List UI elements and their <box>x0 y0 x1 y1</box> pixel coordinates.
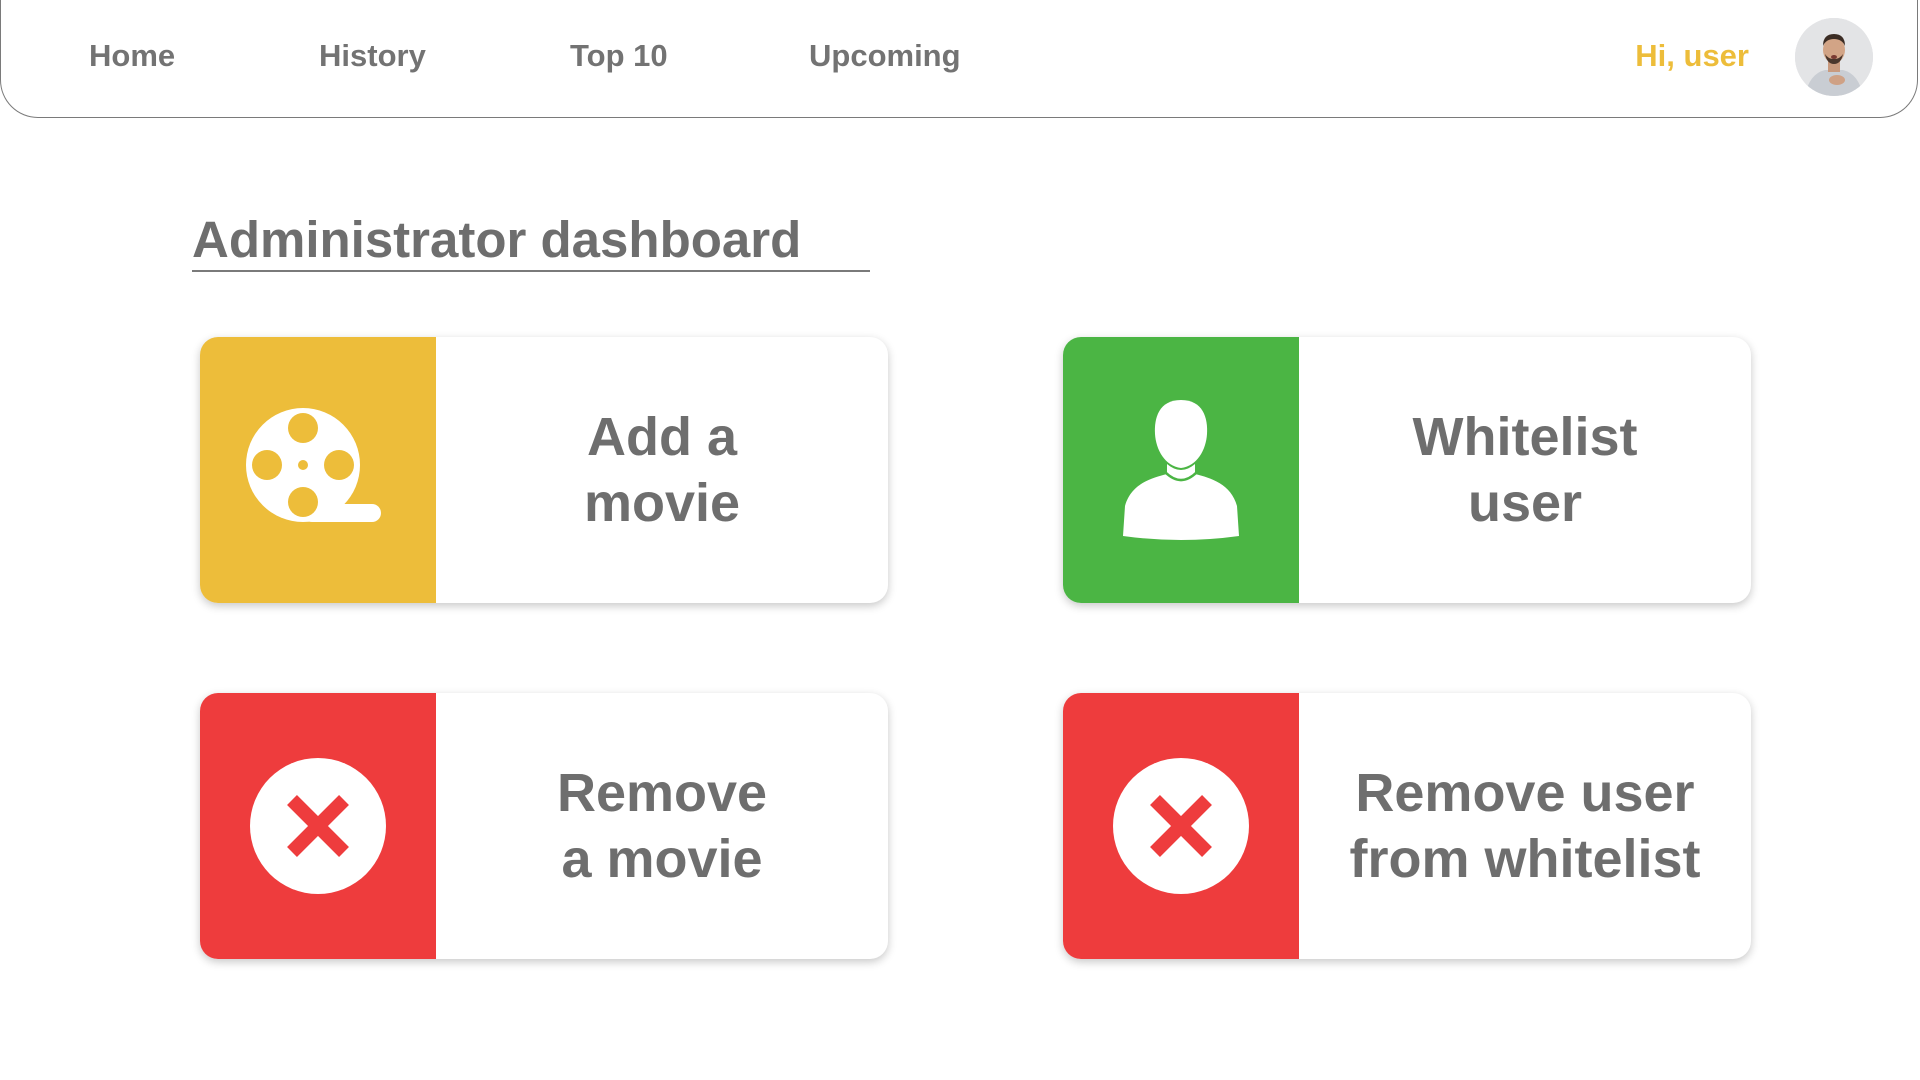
user-silhouette-icon <box>1123 400 1239 540</box>
close-circle-icon <box>1113 758 1249 894</box>
remove-movie-card[interactable]: Remove a movie <box>200 693 888 959</box>
film-reel-icon <box>246 408 381 522</box>
whitelist-user-card[interactable]: Whitelist user <box>1063 337 1751 603</box>
close-circle-icon <box>250 758 386 894</box>
top-navbar: Home History Top 10 Upcoming Hi, user <box>0 0 1918 118</box>
page-title: Administrator dashboard <box>192 210 870 272</box>
remove-user-icon-panel <box>1063 693 1299 959</box>
user-avatar[interactable] <box>1795 18 1873 96</box>
avatar-photo-icon <box>1795 18 1873 96</box>
add-movie-icon-panel <box>200 337 436 603</box>
remove-movie-icon-panel <box>200 693 436 959</box>
remove-movie-label: Remove a movie <box>556 763 768 889</box>
add-movie-label: Add a movie <box>583 407 741 533</box>
nav-link-home[interactable]: Home <box>89 38 175 74</box>
remove-user-label: Remove user from whitelist <box>1349 763 1701 889</box>
remove-user-card[interactable]: Remove user from whitelist <box>1063 693 1751 959</box>
nav-link-history[interactable]: History <box>319 38 426 74</box>
whitelist-user-icon-panel <box>1063 337 1299 603</box>
add-movie-card[interactable]: Add a movie <box>200 337 888 603</box>
nav-link-top-10[interactable]: Top 10 <box>570 38 668 74</box>
whitelist-user-label: Whitelist user <box>1412 407 1638 533</box>
user-greeting: Hi, user <box>1635 38 1749 73</box>
nav-link-upcoming[interactable]: Upcoming <box>809 38 961 74</box>
